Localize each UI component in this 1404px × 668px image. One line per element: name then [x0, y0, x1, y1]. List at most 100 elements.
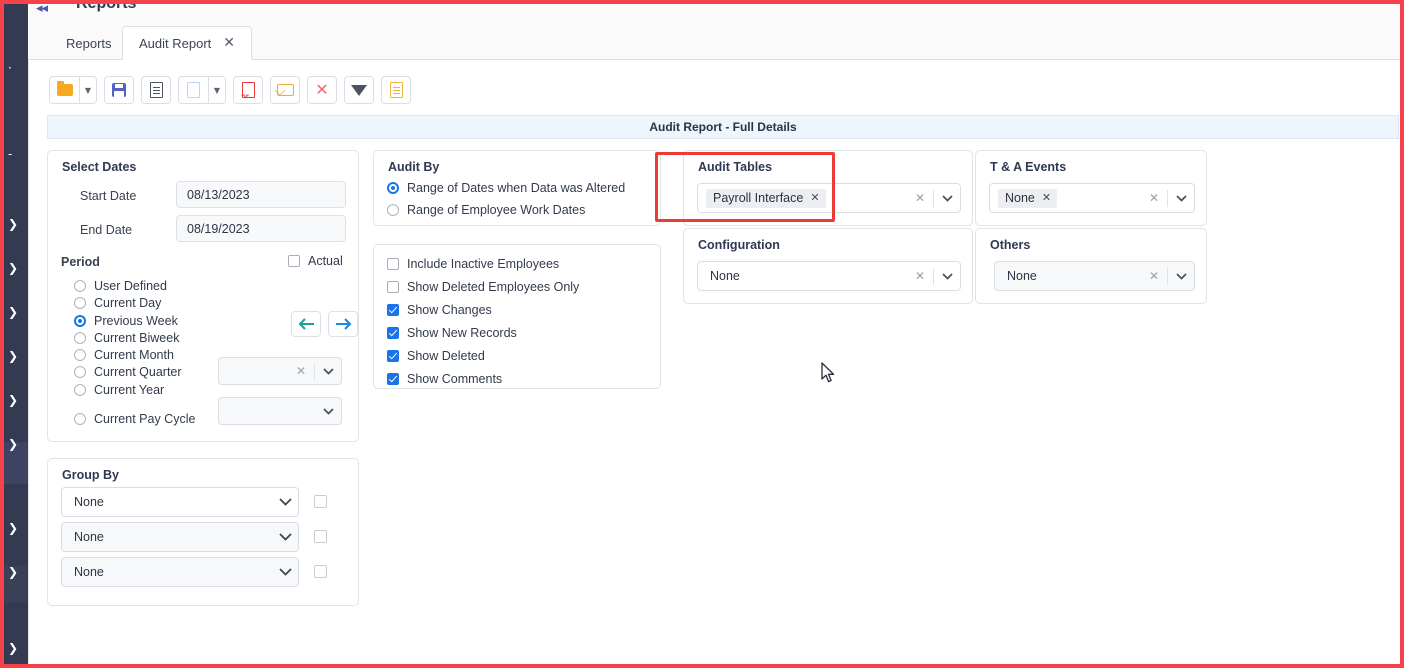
group-by-value-1: None: [74, 495, 104, 509]
period-option-current-quarter[interactable]: Current Quarter: [74, 365, 182, 379]
chevron-down-icon[interactable]: [315, 367, 341, 375]
checkbox-box: [387, 327, 399, 339]
audit-by-option-work-dates[interactable]: Range of Employee Work Dates: [387, 203, 585, 217]
period-option-current-day[interactable]: Current Day: [74, 296, 161, 310]
save-icon: [112, 83, 126, 97]
period-option-current-pay-cycle[interactable]: Current Pay Cycle: [74, 412, 195, 426]
configuration-panel: Configuration None ✕: [683, 228, 973, 304]
sidebar-chevron-icon[interactable]: ❯: [8, 566, 20, 578]
period-option-user-defined[interactable]: User Defined: [74, 279, 167, 293]
sidebar-chevron-icon[interactable]: ❯: [8, 522, 20, 534]
new-document-button[interactable]: [178, 76, 208, 104]
report-document-button[interactable]: [141, 76, 171, 104]
clear-icon[interactable]: ✕: [1141, 269, 1167, 283]
next-period-button[interactable]: [328, 311, 358, 337]
sidebar-chevron-icon[interactable]: ❯: [8, 438, 20, 450]
checkbox-include-inactive-employees[interactable]: Include Inactive Employees: [387, 257, 559, 271]
ta-events-select[interactable]: None ✕ ✕: [989, 183, 1195, 213]
period-option-label: Current Pay Cycle: [94, 412, 196, 426]
collapsed-sidebar[interactable]: · - ❯ ❯ ❯ ❯ ❯ ❯ ❯ ❯ ❯: [4, 0, 28, 668]
chevron-down-icon[interactable]: [1168, 272, 1194, 280]
group-by-select-2[interactable]: None: [61, 522, 299, 552]
checkbox-show-new-records[interactable]: Show New Records: [387, 326, 517, 340]
close-icon[interactable]: ✕: [223, 36, 235, 50]
export-pdf-button[interactable]: [233, 76, 263, 104]
open-folder-dropdown[interactable]: ▼: [79, 76, 97, 104]
end-date-input[interactable]: 08/19/2023: [176, 215, 346, 242]
tab-reports-label: Reports: [66, 35, 112, 51]
others-select[interactable]: None ✕: [994, 261, 1195, 291]
app-area: ◂◂ Reports Reports Audit Report ✕ ▼ ▼ PD…: [28, 0, 1400, 668]
configuration-select[interactable]: None ✕: [697, 261, 961, 291]
gold-document-icon: [389, 82, 403, 98]
checkbox-box: [387, 258, 399, 270]
chevron-down-icon[interactable]: [1168, 194, 1194, 202]
period-option-current-biweek[interactable]: Current Biweek: [74, 331, 179, 345]
ta-events-chip-label: None: [1005, 190, 1035, 205]
filter-button[interactable]: [344, 76, 374, 104]
chevron-down-icon[interactable]: [934, 272, 960, 280]
group-by-select-3[interactable]: None: [61, 557, 299, 587]
chevron-down-icon[interactable]: [934, 194, 960, 202]
email-button[interactable]: [270, 76, 300, 104]
start-date-input[interactable]: 08/13/2023: [176, 181, 346, 208]
audit-tables-panel: Audit Tables Payroll Interface ✕ ✕: [683, 150, 973, 226]
blank-document-icon: [187, 82, 200, 98]
group-by-panel: Group By None None None: [47, 458, 359, 606]
pay-cycle-select[interactable]: [218, 397, 342, 425]
sidebar-chevron-icon[interactable]: ❯: [8, 394, 20, 406]
checkbox-show-deleted-employees-only[interactable]: Show Deleted Employees Only: [387, 280, 579, 294]
tab-audit-report[interactable]: Audit Report ✕: [122, 26, 252, 60]
clear-icon[interactable]: ✕: [907, 269, 933, 283]
checkbox-box: [387, 373, 399, 385]
clear-icon[interactable]: ✕: [288, 364, 314, 378]
chevron-down-icon[interactable]: [315, 407, 341, 415]
new-document-dropdown[interactable]: ▼: [208, 76, 226, 104]
group-by-page-break-1[interactable]: [314, 495, 327, 508]
radio-indicator: [74, 280, 86, 292]
period-option-current-month[interactable]: Current Month: [74, 348, 174, 362]
tab-reports[interactable]: Reports: [50, 26, 128, 60]
end-date-value: 08/19/2023: [187, 221, 250, 236]
export-document-button[interactable]: [381, 76, 411, 104]
sidebar-chevron-icon[interactable]: ❯: [8, 218, 20, 230]
chip-remove-icon[interactable]: ✕: [1042, 191, 1051, 204]
clear-icon[interactable]: ✕: [907, 191, 933, 205]
radio-indicator: [74, 297, 86, 309]
audit-tables-select[interactable]: Payroll Interface ✕ ✕: [697, 183, 961, 213]
audit-tables-chip[interactable]: Payroll Interface ✕: [706, 188, 826, 208]
period-option-previous-week[interactable]: Previous Week: [74, 314, 178, 328]
quarter-select[interactable]: ✕: [218, 357, 342, 385]
sidebar-chevron-icon[interactable]: ❯: [8, 306, 20, 318]
delete-button[interactable]: ✕: [307, 76, 337, 104]
sidebar-chevron-icon[interactable]: ❯: [8, 642, 20, 654]
audit-by-option-altered-dates[interactable]: Range of Dates when Data was Altered: [387, 181, 625, 195]
chevron-down-icon[interactable]: [272, 533, 298, 541]
previous-period-button[interactable]: [291, 311, 321, 337]
chip-remove-icon[interactable]: ✕: [810, 191, 819, 204]
ta-events-chip[interactable]: None ✕: [998, 188, 1058, 208]
period-option-current-year[interactable]: Current Year: [74, 383, 164, 397]
group-by-select-1[interactable]: None: [61, 487, 299, 517]
sidebar-chevron-icon[interactable]: ❯: [8, 350, 20, 362]
checkbox-show-comments[interactable]: Show Comments: [387, 372, 502, 386]
report-header-title: Audit Report - Full Details: [649, 120, 797, 134]
radio-indicator: [74, 349, 86, 361]
group-by-page-break-2[interactable]: [314, 530, 327, 543]
sidebar-chevron-icon[interactable]: ❯: [8, 262, 20, 274]
envelope-icon: [276, 84, 294, 96]
open-folder-button[interactable]: [49, 76, 79, 104]
others-panel: Others None ✕: [975, 228, 1207, 304]
audit-tables-title: Audit Tables: [698, 160, 773, 174]
save-button[interactable]: [104, 76, 134, 104]
ta-events-title: T & A Events: [990, 160, 1067, 174]
actual-checkbox[interactable]: Actual: [288, 254, 343, 268]
checkbox-show-deleted[interactable]: Show Deleted: [387, 349, 485, 363]
chevron-down-icon[interactable]: [272, 498, 298, 506]
clear-icon[interactable]: ✕: [1141, 191, 1167, 205]
checkbox-show-changes[interactable]: Show Changes: [387, 303, 492, 317]
group-by-page-break-3[interactable]: [314, 565, 327, 578]
period-option-label: Current Biweek: [94, 331, 180, 345]
collapse-sidebar-icon[interactable]: ◂◂: [36, 1, 48, 16]
chevron-down-icon[interactable]: [272, 568, 298, 576]
